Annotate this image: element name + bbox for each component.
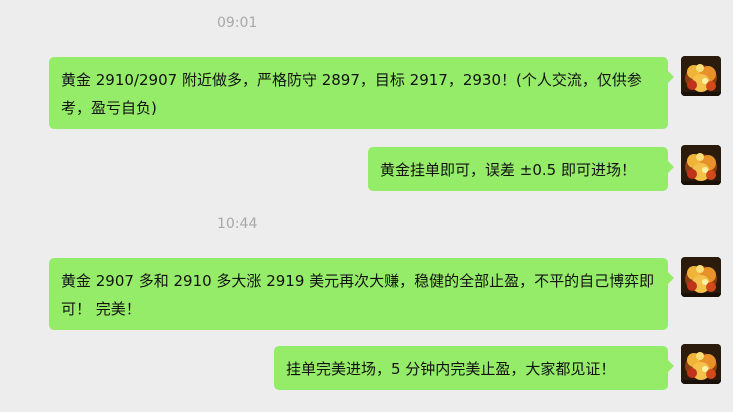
gold-dragon-avatar-icon: [681, 145, 721, 185]
message-bubble[interactable]: 黄金挂单即可，误差 ±0.5 即可进场！: [368, 147, 674, 191]
avatar[interactable]: [681, 257, 721, 297]
message-bubble[interactable]: 黄金 2910/2907 附近做多，严格防守 2897，目标 2917，2930…: [49, 57, 674, 129]
avatar[interactable]: [681, 145, 721, 185]
timestamp: 10:44: [217, 216, 258, 232]
gold-dragon-avatar-icon: [681, 257, 721, 297]
gold-dragon-avatar-icon: [681, 344, 721, 384]
avatar[interactable]: [681, 56, 721, 96]
gold-dragon-avatar-icon: [681, 56, 721, 96]
message-bubble[interactable]: 挂单完美进场，5 分钟内完美止盈，大家都见证！: [274, 346, 674, 390]
avatar[interactable]: [681, 344, 721, 384]
message-bubble[interactable]: 黄金 2907 多和 2910 多大涨 2919 美元再次大赚，稳健的全部止盈，…: [49, 258, 674, 330]
timestamp: 09:01: [217, 15, 258, 31]
